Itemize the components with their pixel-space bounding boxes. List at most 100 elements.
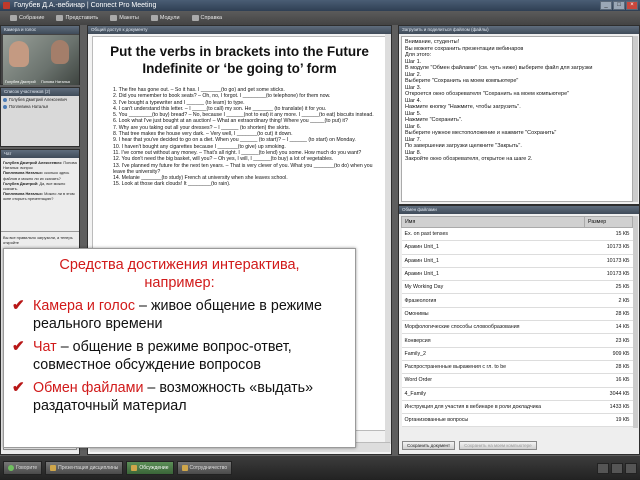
app-icon — [3, 2, 10, 9]
layout-icon — [131, 465, 138, 471]
menu-label: Модули — [159, 15, 180, 21]
overlay-heading-line: например: — [144, 275, 215, 291]
file-row[interactable]: Конверсия 23 КБ — [401, 333, 633, 348]
file-name: Family_2 — [401, 347, 585, 361]
menu-help[interactable]: Справка — [186, 11, 229, 25]
file-name: Инструкция для участия в вебинаре в роли… — [401, 400, 585, 415]
file-size: 1433 КБ — [584, 400, 633, 415]
chat-divider — [1, 231, 79, 232]
help-icon — [191, 15, 199, 21]
file-row[interactable]: Фразеология 2 КБ — [401, 293, 633, 308]
file-row[interactable]: 4_Family 3044 КБ — [401, 387, 633, 401]
exercise-item: 13. I've planned my future for the next … — [113, 162, 373, 175]
bullet-rest: – общение в режиме вопрос-ответ, совмест… — [33, 339, 292, 373]
menu-label: Представить — [65, 15, 99, 21]
file-row[interactable]: Инструкция для участия в вебинаре в роли… — [401, 400, 633, 415]
file-row[interactable]: Word Order 16 КБ — [401, 373, 633, 388]
file-name: Омонимы — [401, 307, 585, 322]
status-icon[interactable] — [611, 462, 623, 474]
attendee-name: Поплевина Наталья — [9, 104, 49, 109]
file-row[interactable]: Аракин Unit_1 10173 КБ — [401, 254, 633, 268]
save-to-computer-button[interactable]: Сохранить на моем компьютере — [459, 441, 537, 450]
layout-tab-label: Сотрудничество — [189, 465, 228, 471]
window-titlebar: Голубев Д.А.-вебинар | Connect Pro Meeti… — [0, 0, 640, 11]
menu-pods[interactable]: Модули — [145, 11, 186, 25]
attendee-item[interactable]: Поплевина Наталья — [1, 103, 79, 110]
document-scrollbar[interactable] — [385, 34, 391, 444]
menu-label: Собрание — [19, 15, 45, 21]
checkmark-icon: ✔ — [12, 338, 25, 355]
exercise-item: 15. Look at those dark clouds! It ______… — [113, 181, 231, 188]
chat-message: Поплевина Наталья: Можно ли в этом окне … — [3, 191, 77, 201]
overlay-bullet: ✔ Чат – общение в режиме вопрос-ответ, с… — [12, 338, 355, 374]
column-header-size[interactable]: Размер — [584, 216, 633, 228]
file-row[interactable]: Family_2 909 КБ — [401, 347, 633, 361]
attendees-pod-title: Список участников (2) — [1, 88, 79, 96]
column-header-name[interactable]: Имя — [401, 216, 585, 228]
camera-name: Попова Наталья — [41, 80, 70, 84]
file-row[interactable]: Аракин Unit_1 10173 КБ — [401, 240, 633, 255]
file-size: 14 КБ — [584, 320, 633, 335]
notes-scrollbar[interactable] — [633, 36, 638, 202]
file-name: Организованные вопросы — [401, 413, 585, 428]
file-size: 23 КБ — [584, 333, 633, 348]
chat-text: Вы все правильно загрузили, а теперь отк… — [3, 235, 73, 246]
talk-button[interactable]: Говорите — [3, 461, 43, 475]
file-name: Конверсия — [401, 333, 585, 348]
participant-video — [51, 40, 69, 64]
file-row[interactable]: Распространенные выражения с гл. to be 28… — [401, 360, 633, 375]
document-title: Put the verbs in brackets into the Futur… — [110, 44, 369, 59]
file-row[interactable]: My Working Day 25 КБ — [401, 280, 633, 295]
files-table: Имя Размер Ex. on past tenses 15 КБ Араки… — [401, 216, 633, 428]
layout-tab-presentation[interactable]: Презентация дисциплины — [45, 461, 124, 475]
minimize-icon[interactable]: _ — [600, 1, 612, 10]
menu-bar: Собрание Представить Макеты Модули Справ… — [0, 11, 640, 25]
menu-layouts[interactable]: Макеты — [104, 11, 145, 25]
menu-present[interactable]: Представить — [50, 11, 104, 25]
overlay-bullet: ✔ Камера и голос – живое общение в режим… — [12, 297, 355, 333]
status-icons — [597, 462, 640, 474]
annotation-overlay: Средства достижения интерактива, наприме… — [3, 248, 356, 448]
chat-message: Поплевина Наталья: сколько здесь файлов … — [3, 170, 77, 180]
file-size: 16 КБ — [584, 373, 633, 388]
files-scrollbar[interactable] — [633, 216, 638, 428]
talk-label: Говорите — [16, 465, 38, 471]
file-size: 10173 КБ — [584, 254, 633, 268]
overlay-heading: Средства достижения интерактива, наприме… — [4, 256, 355, 292]
checkmark-icon: ✔ — [12, 297, 25, 314]
file-name: Ex. on past tenses — [401, 227, 585, 242]
checkmark-icon: ✔ — [12, 379, 25, 396]
file-size: 25 КБ — [584, 280, 633, 295]
file-name: Аракин Unit_1 — [401, 240, 585, 255]
file-row[interactable]: Омонимы 28 КБ — [401, 307, 633, 322]
file-row[interactable]: Организованные вопросы 19 КБ — [401, 413, 633, 428]
pods-icon — [150, 15, 158, 21]
layout-tab-discussion[interactable]: Обсуждение — [126, 461, 174, 475]
status-icon[interactable] — [597, 462, 609, 474]
camera-name: Голубев Дмитрий — [5, 80, 36, 84]
layouts-icon — [110, 15, 118, 21]
file-row[interactable]: Ex. on past tenses 15 КБ — [401, 227, 633, 242]
attendee-item[interactable]: Голубев Дмитрий Алексеевич — [1, 96, 79, 103]
file-row[interactable]: Морфологические способы словообразования… — [401, 320, 633, 335]
present-icon — [56, 15, 64, 21]
status-bar: Говорите Презентация дисциплины Обсужден… — [0, 456, 640, 480]
maximize-icon[interactable]: □ — [613, 1, 625, 10]
close-icon[interactable]: × — [626, 1, 638, 10]
user-icon — [3, 97, 7, 102]
presenter-video — [9, 41, 29, 67]
files-buttons: Сохранить документ Сохранить на моем ком… — [402, 441, 537, 450]
chat-message: Голубев Дмитрий: Да, все можно скачать. — [3, 181, 77, 191]
files-pod: Обмен файлами Имя Размер Ex. on past ten… — [398, 205, 640, 455]
menu-meeting[interactable]: Собрание — [4, 11, 50, 25]
attendee-name: Голубев Дмитрий Алексеевич — [9, 97, 67, 102]
file-name: Распространенные выражения с гл. to be — [401, 360, 585, 375]
file-row[interactable]: Аракин Unit_1 10173 КБ — [401, 267, 633, 282]
file-name: Аракин Unit_1 — [401, 267, 585, 282]
save-document-button[interactable]: Сохранить документ — [402, 441, 456, 450]
status-icon[interactable] — [625, 462, 637, 474]
exercise-list: 1. The fire has gone out. – So it has. I… — [109, 87, 386, 188]
user-icon — [3, 104, 7, 109]
chat-message: Голубев Дмитрий Алексеевич: Попова Натал… — [3, 160, 77, 170]
layout-tab-collaboration[interactable]: Сотрудничество — [176, 461, 233, 475]
